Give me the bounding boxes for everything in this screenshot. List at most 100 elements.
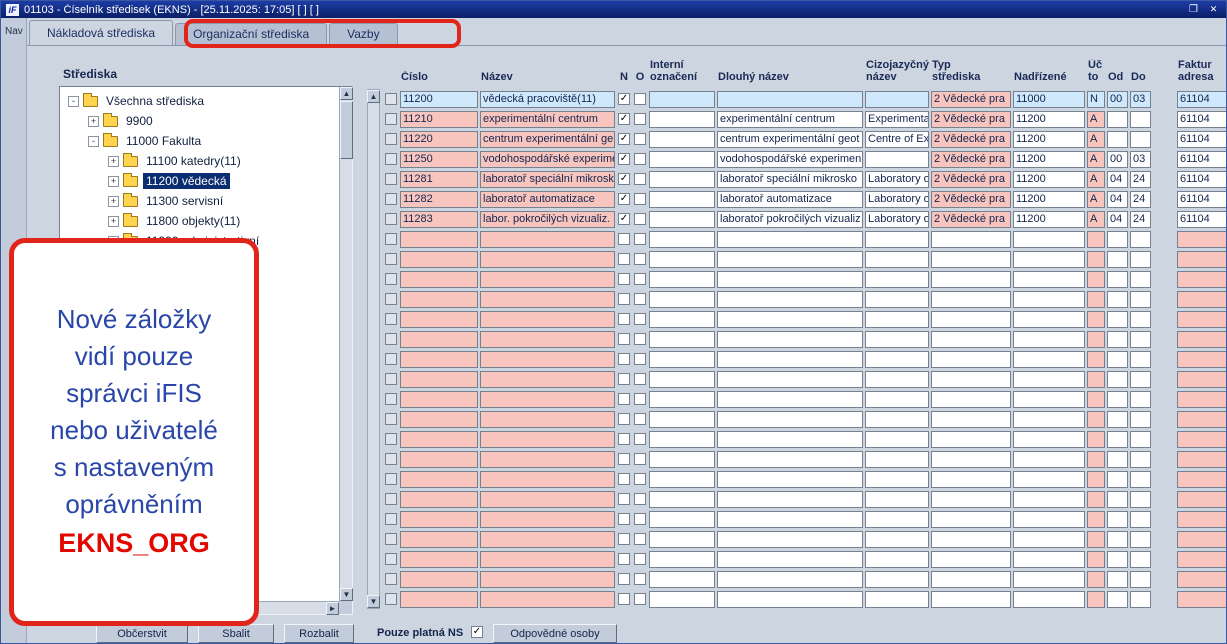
cell-od[interactable]: [1107, 531, 1128, 548]
cell-nazev[interactable]: [480, 431, 615, 448]
tab-3[interactable]: Vazby: [329, 23, 397, 45]
cell-cizojazycny-nazev[interactable]: [865, 91, 929, 108]
cell-do[interactable]: [1130, 111, 1151, 128]
row-select-checkbox[interactable]: [385, 253, 397, 265]
cell-cislo[interactable]: [400, 571, 478, 588]
cell-typ-strediska[interactable]: [931, 271, 1011, 288]
cell-uc-to[interactable]: [1087, 591, 1105, 608]
row-select-checkbox[interactable]: [385, 553, 397, 565]
tree-item[interactable]: +11100 katedry(11): [60, 151, 339, 171]
collapse-button[interactable]: Sbalit: [198, 624, 274, 643]
row-select-checkbox[interactable]: [385, 313, 397, 325]
cell-nadrizene[interactable]: 11200: [1013, 191, 1085, 208]
cell-interni-oznaceni[interactable]: [649, 431, 715, 448]
cell-faktur-adresa[interactable]: [1177, 331, 1227, 348]
cell-nazev[interactable]: [480, 511, 615, 528]
cell-faktur-adresa[interactable]: [1177, 271, 1227, 288]
o-checkbox[interactable]: [634, 393, 646, 405]
o-checkbox[interactable]: [634, 333, 646, 345]
cell-nadrizene[interactable]: [1013, 431, 1085, 448]
scroll-up-icon[interactable]: ▲: [340, 87, 353, 100]
record-scroll-down-icon[interactable]: ▼: [367, 595, 380, 608]
cell-od[interactable]: [1107, 111, 1128, 128]
record-scroll-up-icon[interactable]: ▲: [367, 90, 380, 103]
cell-faktur-adresa[interactable]: [1177, 451, 1227, 468]
o-checkbox[interactable]: [634, 553, 646, 565]
o-checkbox[interactable]: [634, 373, 646, 385]
cell-do[interactable]: 03: [1130, 91, 1151, 108]
cell-interni-oznaceni[interactable]: [649, 91, 715, 108]
grid-row[interactable]: 11282laboratoř automatizace✓laboratoř au…: [384, 189, 1227, 209]
cell-faktur-adresa[interactable]: [1177, 471, 1227, 488]
cell-cislo[interactable]: [400, 411, 478, 428]
cell-do[interactable]: [1130, 591, 1151, 608]
cell-uc-to[interactable]: [1087, 271, 1105, 288]
cell-nadrizene[interactable]: [1013, 331, 1085, 348]
cell-cislo[interactable]: [400, 511, 478, 528]
cell-uc-to[interactable]: [1087, 451, 1105, 468]
cell-faktur-adresa[interactable]: 61104: [1177, 151, 1227, 168]
cell-uc-to[interactable]: A: [1087, 111, 1105, 128]
n-checkbox[interactable]: [618, 593, 630, 605]
cell-do[interactable]: [1130, 571, 1151, 588]
row-select-checkbox[interactable]: [385, 473, 397, 485]
cell-cislo[interactable]: [400, 591, 478, 608]
tree-item[interactable]: +11300 servisní: [60, 191, 339, 211]
tree-expander-icon[interactable]: +: [108, 216, 119, 227]
cell-uc-to[interactable]: [1087, 371, 1105, 388]
grid-row-empty[interactable]: [384, 249, 1227, 269]
cell-typ-strediska[interactable]: 2 Vědecké pra: [931, 151, 1011, 168]
cell-dlouhy-nazev[interactable]: [717, 531, 863, 548]
o-checkbox[interactable]: [634, 513, 646, 525]
cell-cizojazycny-nazev[interactable]: [865, 311, 929, 328]
cell-typ-strediska[interactable]: 2 Vědecké pra: [931, 131, 1011, 148]
cell-cislo[interactable]: 11210: [400, 111, 478, 128]
cell-cizojazycny-nazev[interactable]: [865, 451, 929, 468]
cell-faktur-adresa[interactable]: 61104: [1177, 171, 1227, 188]
cell-typ-strediska[interactable]: 2 Vědecké pra: [931, 171, 1011, 188]
cell-uc-to[interactable]: A: [1087, 131, 1105, 148]
cell-uc-to[interactable]: [1087, 571, 1105, 588]
cell-uc-to[interactable]: [1087, 511, 1105, 528]
cell-nadrizene[interactable]: [1013, 571, 1085, 588]
n-checkbox[interactable]: [618, 453, 630, 465]
tab-1[interactable]: Nákladová střediska: [29, 20, 173, 45]
cell-cislo[interactable]: [400, 391, 478, 408]
cell-cizojazycny-nazev[interactable]: [865, 431, 929, 448]
cell-od[interactable]: [1107, 231, 1128, 248]
cell-od[interactable]: 00: [1107, 91, 1128, 108]
grid-row-empty[interactable]: [384, 349, 1227, 369]
n-checkbox[interactable]: [618, 413, 630, 425]
row-select-checkbox[interactable]: [385, 153, 397, 165]
grid-row[interactable]: 11200vědecká pracoviště(11)✓2 Vědecké pr…: [384, 89, 1227, 109]
cell-cislo[interactable]: [400, 271, 478, 288]
o-checkbox[interactable]: [634, 573, 646, 585]
cell-do[interactable]: [1130, 491, 1151, 508]
cell-dlouhy-nazev[interactable]: [717, 291, 863, 308]
row-select-checkbox[interactable]: [385, 233, 397, 245]
refresh-button[interactable]: Občerstvit: [96, 624, 188, 643]
cell-nadrizene[interactable]: 11200: [1013, 111, 1085, 128]
cell-cislo[interactable]: [400, 451, 478, 468]
cell-uc-to[interactable]: [1087, 531, 1105, 548]
tree-item-label[interactable]: 11000 Fakulta: [123, 133, 204, 149]
cell-nadrizene[interactable]: [1013, 311, 1085, 328]
row-select-checkbox[interactable]: [385, 513, 397, 525]
cell-nazev[interactable]: [480, 291, 615, 308]
cell-nadrizene[interactable]: 11200: [1013, 131, 1085, 148]
tree-item-label[interactable]: 9900: [123, 113, 156, 129]
cell-uc-to[interactable]: [1087, 551, 1105, 568]
cell-nazev[interactable]: [480, 591, 615, 608]
cell-nazev[interactable]: [480, 471, 615, 488]
o-checkbox[interactable]: [634, 473, 646, 485]
cell-dlouhy-nazev[interactable]: [717, 371, 863, 388]
n-checkbox[interactable]: [618, 333, 630, 345]
n-checkbox[interactable]: [618, 473, 630, 485]
grid-row-empty[interactable]: [384, 289, 1227, 309]
n-checkbox[interactable]: ✓: [618, 113, 630, 125]
o-checkbox[interactable]: [634, 233, 646, 245]
grid-row-empty[interactable]: [384, 529, 1227, 549]
cell-do[interactable]: [1130, 311, 1151, 328]
cell-typ-strediska[interactable]: [931, 471, 1011, 488]
grid-row-empty[interactable]: [384, 229, 1227, 249]
